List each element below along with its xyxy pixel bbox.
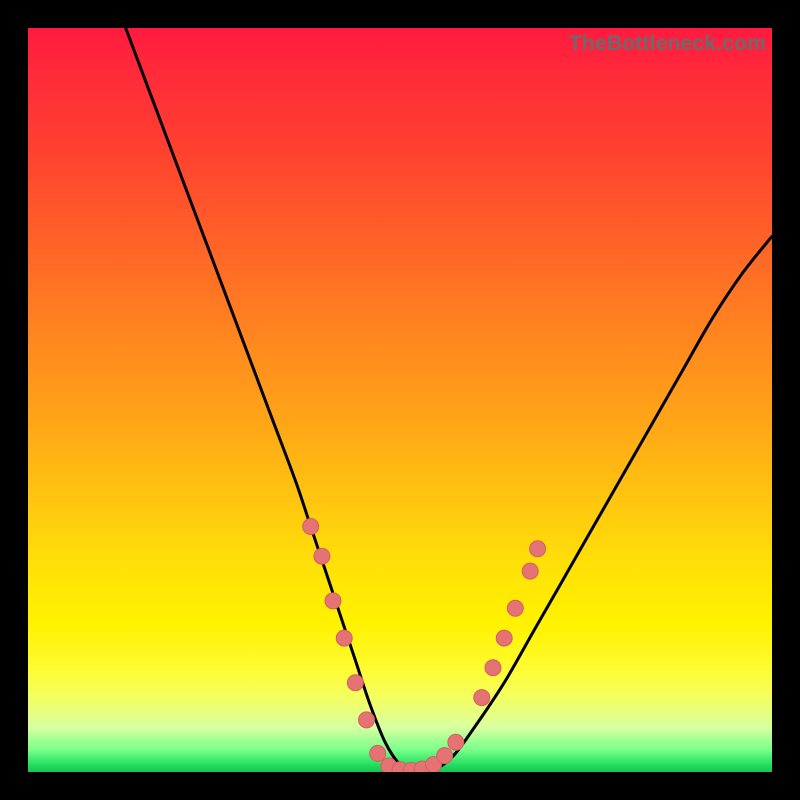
data-point bbox=[485, 660, 501, 676]
data-point bbox=[359, 712, 375, 728]
data-point bbox=[370, 745, 386, 761]
data-point bbox=[314, 548, 330, 564]
data-point bbox=[448, 734, 464, 750]
data-point bbox=[325, 593, 341, 609]
data-point bbox=[437, 748, 453, 764]
highlight-points bbox=[303, 519, 546, 773]
plot-area: TheBottleneck.com bbox=[28, 28, 772, 772]
data-point bbox=[303, 519, 319, 535]
data-point bbox=[530, 541, 546, 557]
data-point bbox=[474, 690, 490, 706]
data-point bbox=[522, 563, 538, 579]
bottleneck-curve bbox=[117, 28, 772, 772]
chart-frame: TheBottleneck.com bbox=[0, 0, 800, 800]
chart-svg bbox=[28, 28, 772, 772]
data-point bbox=[507, 600, 523, 616]
data-point bbox=[336, 630, 352, 646]
data-point bbox=[496, 630, 512, 646]
data-point bbox=[347, 675, 363, 691]
